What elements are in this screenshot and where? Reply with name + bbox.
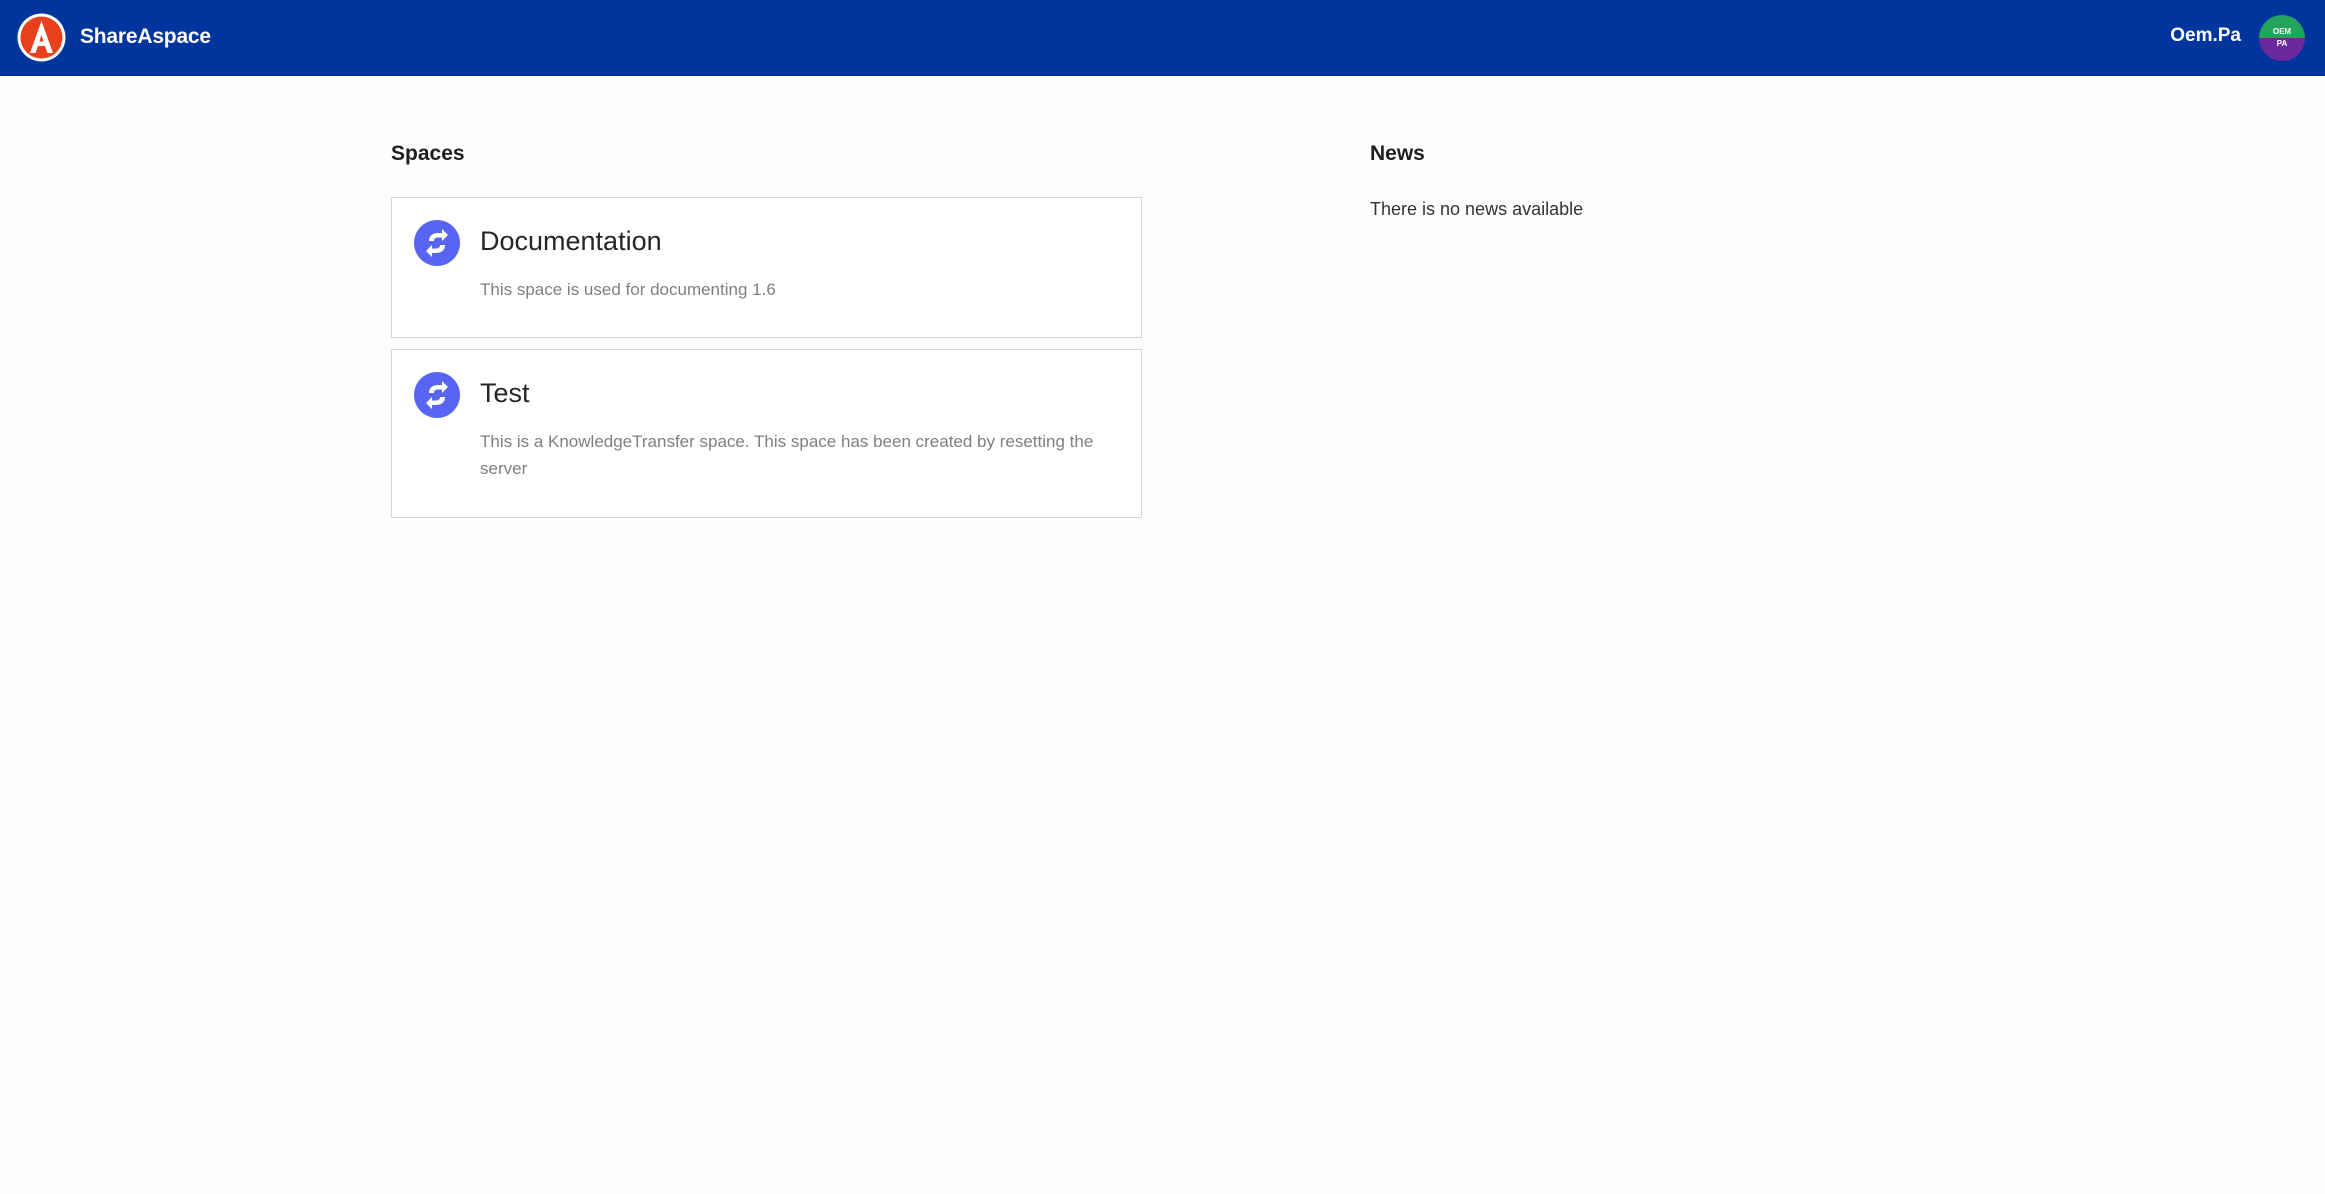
shareaspace-logo-icon[interactable] bbox=[17, 13, 66, 62]
user-avatar[interactable]: OEM PA bbox=[2259, 15, 2305, 61]
news-heading: News bbox=[1370, 142, 1425, 165]
space-sync-icon bbox=[414, 220, 460, 266]
news-empty-message: There is no news available bbox=[1370, 199, 1584, 219]
space-sync-icon bbox=[414, 372, 460, 418]
spaces-heading: Spaces bbox=[391, 142, 465, 165]
avatar-bottom-text: PA bbox=[2276, 39, 2288, 48]
space-description: This is a KnowledgeTransfer space. This … bbox=[480, 432, 1094, 478]
username[interactable]: Oem.Pa bbox=[2170, 25, 2241, 47]
space-card-documentation[interactable]: Documentation This space is used for doc… bbox=[391, 197, 1142, 338]
avatar-top-text: OEM bbox=[2272, 27, 2292, 36]
top-navigation-bar: ShareAspace Oem.Pa OEM PA bbox=[0, 0, 2325, 76]
space-title: Documentation bbox=[480, 226, 662, 256]
space-card-test[interactable]: Test This is a KnowledgeTransfer space. … bbox=[391, 349, 1142, 518]
space-description: This space is used for documenting 1.6 bbox=[480, 280, 776, 299]
space-title: Test bbox=[480, 378, 530, 408]
brand-name[interactable]: ShareAspace bbox=[80, 25, 211, 49]
